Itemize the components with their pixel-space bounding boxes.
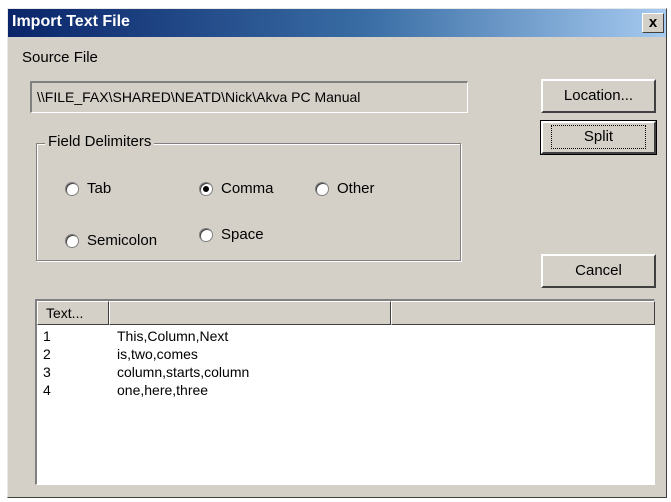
cancel-button[interactable]: Cancel bbox=[541, 254, 656, 288]
import-text-file-dialog: Import Text File x Source File \\FILE_FA… bbox=[7, 8, 667, 498]
radio-space[interactable]: Space bbox=[199, 226, 264, 243]
dialog-title: Import Text File bbox=[12, 13, 130, 30]
list-item[interactable]: 1 This,Column,Next bbox=[43, 328, 228, 344]
list-item[interactable]: 4 one,here,three bbox=[43, 382, 208, 398]
radio-tab-label: Tab bbox=[87, 180, 112, 197]
title-bar: Import Text File x bbox=[8, 9, 666, 37]
radio-comma[interactable]: Comma bbox=[199, 180, 274, 197]
radio-comma-indicator[interactable] bbox=[199, 181, 213, 196]
field-delimiters-title: Field Delimiters bbox=[45, 133, 155, 150]
location-button[interactable]: Location... bbox=[541, 79, 656, 113]
column-header-text[interactable]: Text... bbox=[37, 301, 109, 325]
radio-other-label: Other bbox=[337, 180, 375, 197]
row-number: 3 bbox=[43, 364, 51, 380]
radio-semicolon[interactable]: Semicolon bbox=[65, 232, 157, 249]
radio-semicolon-label: Semicolon bbox=[87, 232, 158, 249]
split-button-label: Split bbox=[583, 128, 614, 145]
row-text: is,two,comes bbox=[117, 346, 198, 362]
row-text: This,Column,Next bbox=[117, 328, 229, 344]
radio-space-label: Space bbox=[221, 226, 264, 243]
row-text: one,here,three bbox=[117, 382, 209, 398]
radio-comma-label: Comma bbox=[221, 180, 274, 197]
list-item[interactable]: 2 is,two,comes bbox=[43, 346, 198, 362]
radio-tab-indicator[interactable] bbox=[65, 181, 79, 196]
cancel-button-label: Cancel bbox=[575, 262, 622, 279]
source-file-label: Source File bbox=[22, 49, 98, 66]
close-icon: x bbox=[648, 14, 658, 31]
field-delimiters-group: Field Delimiters Tab Comma Other Semicol… bbox=[36, 133, 461, 261]
row-number: 1 bbox=[43, 328, 51, 344]
list-header: Text... bbox=[37, 301, 655, 325]
column-header-2[interactable] bbox=[109, 301, 391, 325]
row-number: 4 bbox=[43, 382, 51, 398]
preview-list[interactable]: Text... 1 This,Column,Next 2 is,two,comes … bbox=[35, 299, 655, 485]
radio-tab[interactable]: Tab bbox=[65, 180, 111, 197]
location-button-label: Location... bbox=[563, 87, 634, 104]
radio-space-indicator[interactable] bbox=[199, 227, 213, 242]
row-text: column,starts,column bbox=[117, 364, 250, 380]
radio-other-indicator[interactable] bbox=[315, 181, 329, 196]
radio-other[interactable]: Other bbox=[315, 180, 375, 197]
close-button[interactable]: x bbox=[642, 13, 664, 33]
row-number: 2 bbox=[43, 346, 51, 362]
list-item[interactable]: 3 column,starts,column bbox=[43, 364, 249, 380]
split-button[interactable]: Split bbox=[540, 120, 657, 155]
source-file-input[interactable]: \\FILE_FAX\SHARED\NEATD\Nick\Akva PC Man… bbox=[30, 81, 468, 113]
column-header-3[interactable] bbox=[391, 301, 655, 325]
radio-semicolon-indicator[interactable] bbox=[65, 233, 79, 248]
